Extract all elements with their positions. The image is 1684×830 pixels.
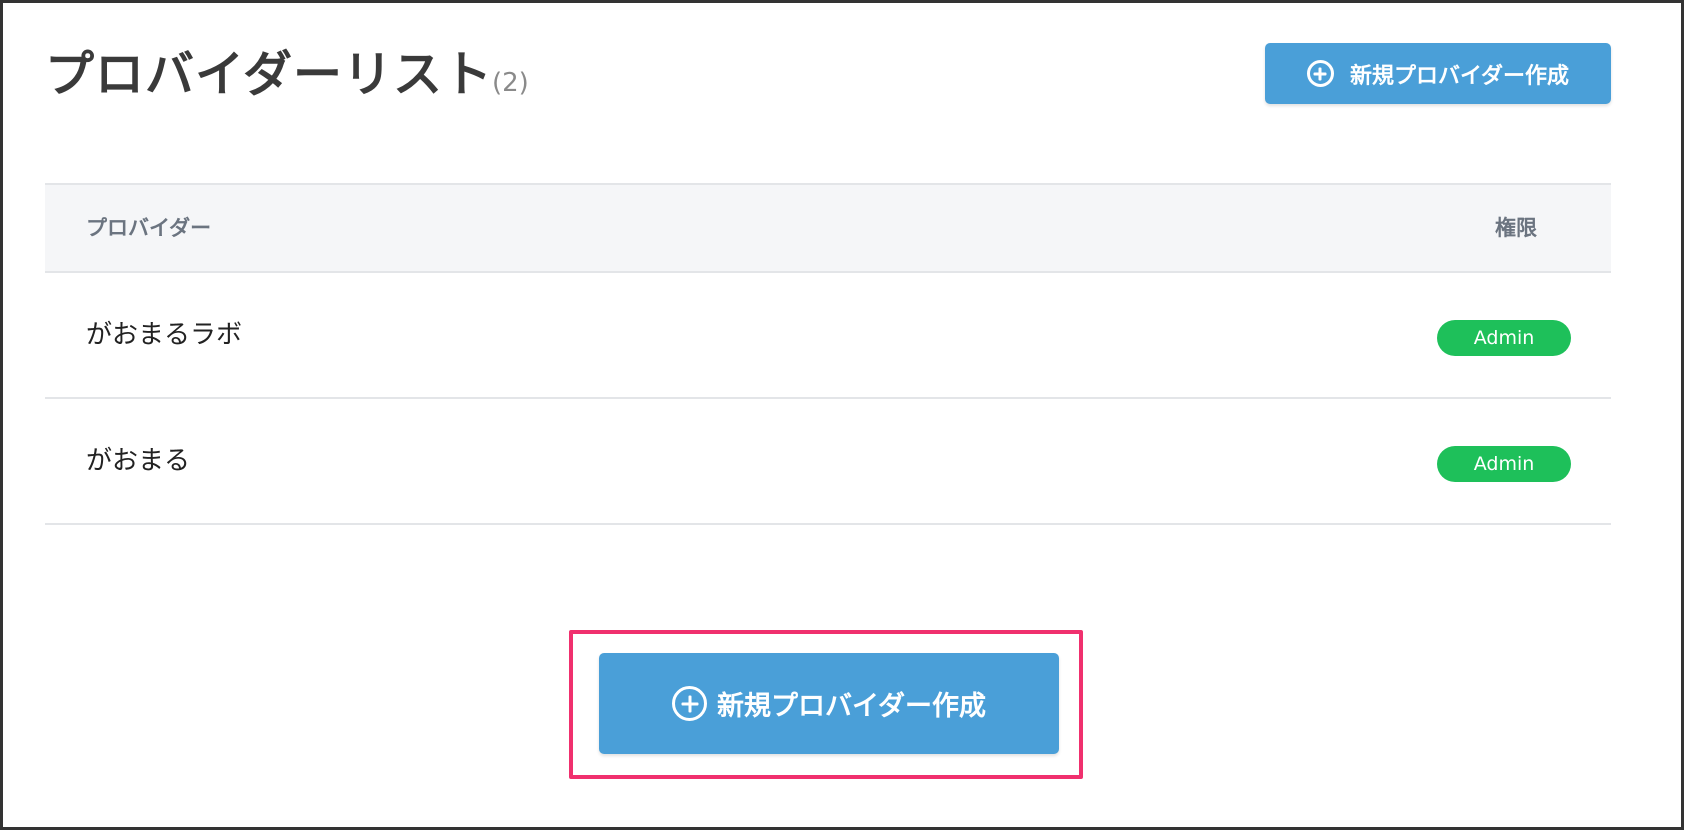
plus-circle-icon [672,686,708,721]
role-badge: Admin [1437,320,1571,356]
provider-table: プロバイダー 権限 がおまるラボ Admin がおまる Admin [45,183,1611,525]
create-provider-button-bottom[interactable]: 新規プロバイダー作成 [599,653,1059,754]
table-row[interactable]: がおまる Admin [45,399,1611,525]
create-provider-button-top[interactable]: 新規プロバイダー作成 [1265,43,1611,104]
app-window: プロバイダーリスト (2) 新規プロバイダー作成 プロバイダー 権限 がおまるラ… [0,0,1684,830]
table-row[interactable]: がおまるラボ Admin [45,273,1611,399]
provider-name[interactable]: がおまる [86,399,190,523]
role-badge: Admin [1437,446,1571,482]
column-header-permission: 権限 [1495,216,1537,240]
column-header-provider: プロバイダー [86,216,212,240]
plus-circle-icon [1306,60,1334,87]
create-provider-label: 新規プロバイダー作成 [1349,63,1570,89]
table-header: プロバイダー 権限 [45,183,1611,273]
page-title: プロバイダーリスト [45,46,494,103]
provider-name[interactable]: がおまるラボ [86,273,242,397]
create-provider-label: 新規プロバイダー作成 [717,691,986,722]
provider-count: (2) [492,68,529,98]
